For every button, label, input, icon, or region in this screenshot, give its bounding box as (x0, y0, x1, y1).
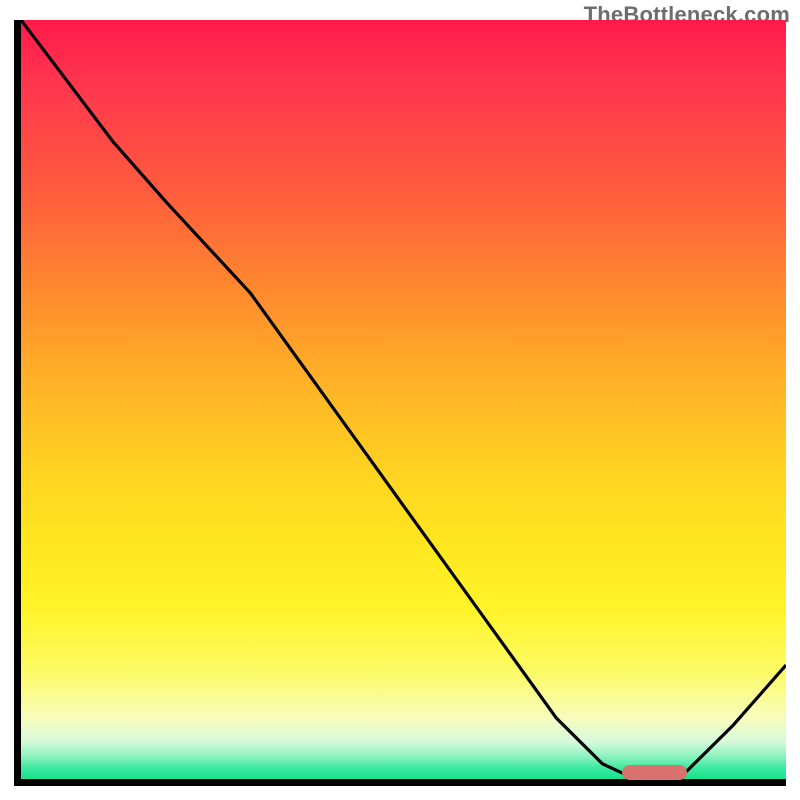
curve-layer (21, 20, 786, 779)
plot-area (21, 20, 786, 779)
flat-minimum-marker (622, 765, 687, 780)
x-axis (14, 779, 786, 786)
chart-stage: TheBottleneck.com (0, 0, 800, 800)
bottleneck-curve-path (21, 20, 786, 777)
y-axis (14, 20, 21, 784)
